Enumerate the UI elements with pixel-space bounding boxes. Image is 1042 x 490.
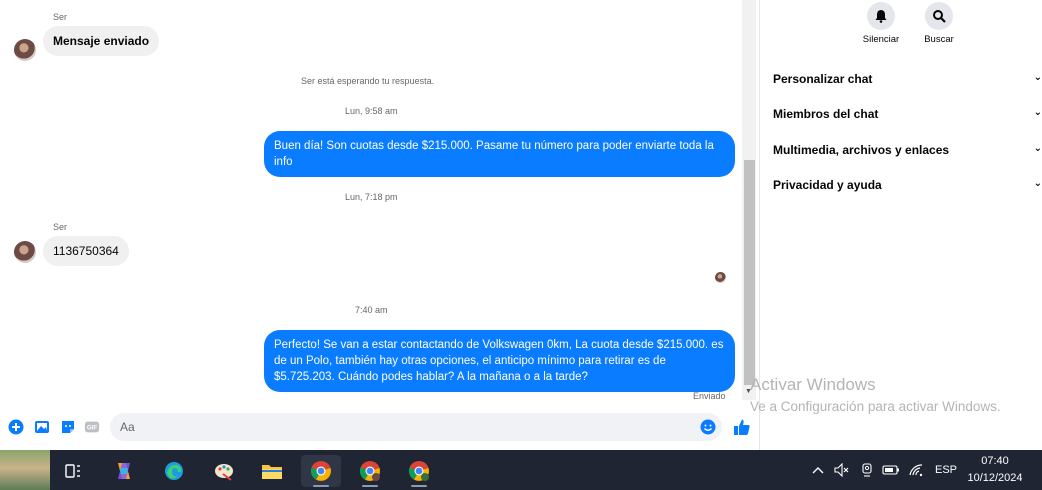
file-explorer-icon[interactable]: [252, 455, 292, 487]
menu-item-privacy-help[interactable]: Privacidad y ayuda ⌄: [773, 178, 1042, 192]
avatar[interactable]: [14, 39, 36, 61]
paint-icon[interactable]: [204, 455, 244, 487]
read-receipt-avatar: [715, 272, 726, 283]
language-indicator[interactable]: ESP: [935, 450, 957, 490]
svg-text:GIF: GIF: [87, 425, 98, 432]
message-text: Mensaje enviado: [53, 34, 150, 48]
mute-button[interactable]: Silenciar: [851, 2, 911, 45]
plus-circle-icon[interactable]: [8, 419, 24, 435]
message-text: Buen día! Son cuotas desde $215.000. Pas…: [274, 140, 714, 168]
menu-item-label: Personalizar chat: [773, 72, 873, 86]
timestamp: 7:40 am: [355, 305, 388, 315]
message-text: 1136750364: [53, 244, 119, 258]
search-button[interactable]: Buscar: [909, 2, 969, 45]
sender-name: Ser: [53, 222, 68, 232]
chrome-profile-icon[interactable]: [350, 455, 390, 487]
menu-item-label: Miembros del chat: [773, 107, 879, 121]
active-app-indicator: [313, 485, 329, 487]
outgoing-message[interactable]: Buen día! Son cuotas desde $215.000. Pas…: [264, 131, 735, 177]
running-app-indicator: [411, 485, 427, 487]
message-input[interactable]: [110, 413, 670, 441]
wifi-icon[interactable]: [908, 450, 924, 490]
chevron-down-icon: ⌄: [1033, 143, 1042, 154]
chevron-down-icon: ⌄: [1033, 107, 1042, 118]
menu-item-label: Multimedia, archivos y enlaces: [773, 143, 950, 157]
chat-area: Ser Mensaje enviado Ser está esperando t…: [0, 0, 760, 450]
camera-icon[interactable]: [860, 450, 874, 490]
task-view-icon[interactable]: [53, 455, 93, 487]
message-text: Perfecto! Se van a estar contactando de …: [274, 339, 724, 383]
message-input-box[interactable]: [110, 413, 722, 441]
bell-icon: [867, 2, 895, 30]
clock-date: 10/12/2024: [967, 472, 1023, 484]
edge-browser-icon[interactable]: [154, 455, 194, 487]
outgoing-message[interactable]: Perfecto! Se van a estar contactando de …: [264, 330, 735, 392]
chrome-icon[interactable]: [301, 455, 341, 487]
volume-muted-icon[interactable]: [834, 450, 850, 490]
chevron-down-icon: ⌄: [1033, 178, 1042, 189]
menu-item-chat-members[interactable]: Miembros del chat ⌄: [773, 107, 1042, 121]
taskbar: ESP 07:40 10/12/2024: [0, 450, 1042, 490]
avatar[interactable]: [14, 241, 36, 263]
message-status: Enviado: [693, 391, 726, 401]
thumbs-up-icon[interactable]: [732, 417, 752, 437]
gif-icon[interactable]: GIF: [84, 419, 100, 435]
menu-item-media-files-links[interactable]: Multimedia, archivos y enlaces ⌄: [773, 143, 1042, 157]
system-message: Ser está esperando tu respuesta.: [301, 76, 435, 86]
copilot-icon[interactable]: [104, 455, 144, 487]
emoji-icon[interactable]: [700, 419, 716, 440]
show-hidden-icons-chevron-icon[interactable]: [812, 450, 824, 490]
chevron-down-icon: ⌄: [1033, 72, 1042, 83]
sticker-icon[interactable]: [60, 419, 76, 435]
activation-watermark-title: Activar Windows: [750, 375, 876, 394]
running-app-indicator: [362, 485, 378, 487]
search-label: Buscar: [924, 34, 954, 45]
system-clock[interactable]: 07:40 10/12/2024: [955, 453, 1035, 487]
search-icon: [925, 2, 953, 30]
image-icon[interactable]: [34, 419, 50, 435]
mute-label: Silenciar: [862, 34, 900, 45]
clock-time: 07:40: [981, 455, 1009, 467]
activation-watermark-subtitle: Ve a Configuración para activar Windows.: [750, 399, 1001, 414]
weather-widget[interactable]: [0, 450, 50, 490]
sender-name: Ser: [53, 12, 68, 22]
screen: Ser Mensaje enviado Ser está esperando t…: [0, 0, 1042, 490]
menu-item-label: Privacidad y ayuda: [773, 178, 882, 192]
chrome-profile-icon[interactable]: [399, 455, 439, 487]
scrollbar-thumb[interactable]: [744, 160, 755, 385]
timestamp: Lun, 9:58 am: [345, 106, 398, 116]
battery-icon[interactable]: [882, 450, 900, 490]
incoming-message[interactable]: Mensaje enviado: [43, 26, 160, 56]
message-composer: GIF: [0, 405, 760, 449]
incoming-message[interactable]: 1136750364: [43, 236, 129, 266]
menu-item-customize-chat[interactable]: Personalizar chat ⌄: [773, 72, 1042, 86]
timestamp: Lun, 7:18 pm: [345, 192, 398, 202]
